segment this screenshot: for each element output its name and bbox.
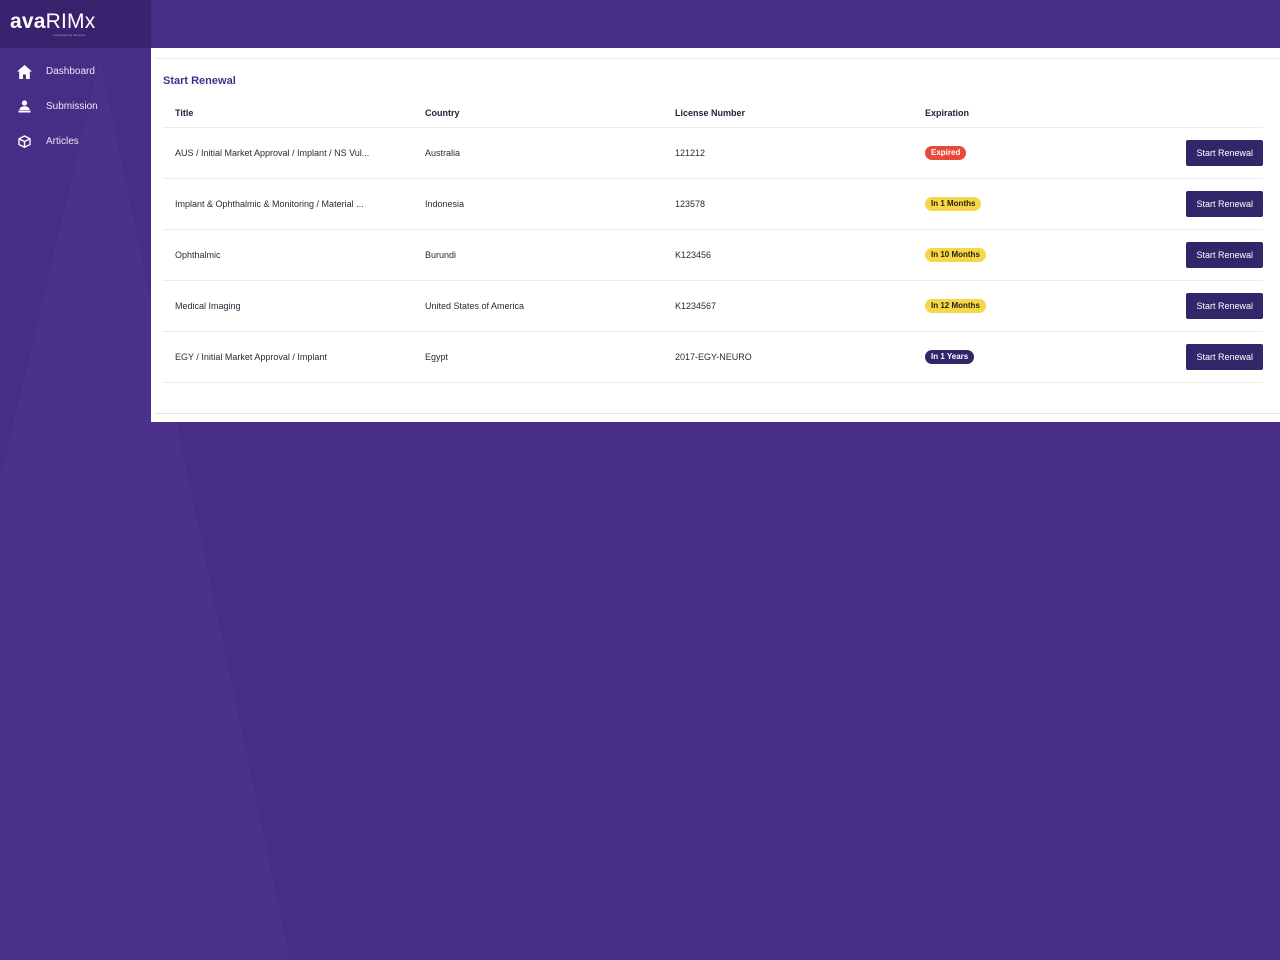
sidebar-nav: Dashboard Submission Articles [0, 54, 151, 159]
sidebar-item-articles[interactable]: Articles [0, 124, 151, 159]
cell-action: Start Renewal [1113, 127, 1263, 179]
start-renewal-button[interactable]: Start Renewal [1186, 190, 1263, 217]
cell-expiration: In 1 Years [913, 331, 1113, 383]
table-row: Ophthalmic Burundi K123456 In 10 Months … [163, 229, 1263, 281]
cell-action: Start Renewal [1113, 178, 1263, 230]
start-renewal-button[interactable]: Start Renewal [1186, 343, 1263, 370]
cell-license: 2017-EGY-NEURO [663, 331, 913, 383]
cell-license: 121212 [663, 127, 913, 179]
sidebar-item-submission[interactable]: Submission [0, 89, 151, 124]
start-renewal-button[interactable]: Start Renewal [1186, 241, 1263, 268]
cell-expiration: In 10 Months [913, 229, 1113, 281]
cell-license: 123578 [663, 178, 913, 230]
status-badge: In 10 Months [925, 247, 986, 262]
top-bar [151, 0, 1280, 48]
cell-action: Start Renewal [1113, 331, 1263, 383]
table-header-row: Title Country License Number Expiration [163, 99, 1263, 128]
main-content: Start Renewal Title Country License Numb… [151, 48, 1280, 422]
brand-suffix: RIMx [45, 9, 96, 33]
cell-action: Start Renewal [1113, 280, 1263, 332]
cell-country: United States of America [413, 280, 663, 332]
cell-title: Medical Imaging [163, 280, 413, 332]
cell-expiration: In 12 Months [913, 280, 1113, 332]
sidebar-item-label: Dashboard [46, 66, 95, 77]
brand-logo[interactable]: avaRIMx empowering devices [10, 9, 96, 37]
cell-title: AUS / Initial Market Approval / Implant … [163, 127, 413, 179]
brand-prefix: ava [10, 9, 46, 33]
cell-expiration: In 1 Months [913, 178, 1113, 230]
status-badge: In 12 Months [925, 298, 986, 313]
user-stack-icon [16, 99, 32, 115]
cube-icon [16, 134, 32, 150]
status-badge: Expired [925, 145, 967, 160]
sidebar-item-label: Submission [46, 101, 98, 112]
start-renewal-button[interactable]: Start Renewal [1186, 292, 1263, 319]
renewal-table: Title Country License Number Expiration … [163, 99, 1263, 383]
sidebar-item-label: Articles [46, 136, 79, 147]
column-header-action [1113, 99, 1263, 128]
cell-title: Ophthalmic [163, 229, 413, 281]
cell-title: Implant & Ophthalmic & Monitoring / Mate… [163, 178, 413, 230]
cell-action: Start Renewal [1113, 229, 1263, 281]
start-renewal-panel: Start Renewal Title Country License Numb… [155, 58, 1280, 414]
home-icon [16, 64, 32, 80]
cell-country: Burundi [413, 229, 663, 281]
app-root: avaRIMx empowering devices Dashboard Sub… [0, 0, 1280, 960]
column-header-country: Country [413, 99, 663, 128]
column-header-title: Title [163, 99, 413, 128]
column-header-license: License Number [663, 99, 913, 128]
start-renewal-button[interactable]: Start Renewal [1186, 139, 1263, 166]
logo-bar: avaRIMx empowering devices [0, 0, 151, 48]
column-header-expiration: Expiration [913, 99, 1113, 128]
cell-country: Egypt [413, 331, 663, 383]
table-row: AUS / Initial Market Approval / Implant … [163, 127, 1263, 179]
table-row: Implant & Ophthalmic & Monitoring / Mate… [163, 178, 1263, 230]
brand-tagline: empowering devices [53, 32, 86, 37]
cell-country: Australia [413, 127, 663, 179]
table-row: Medical Imaging United States of America… [163, 280, 1263, 332]
sidebar-item-dashboard[interactable]: Dashboard [0, 54, 151, 89]
status-badge: In 1 Months [925, 196, 982, 211]
table-row: EGY / Initial Market Approval / Implant … [163, 331, 1263, 383]
page-title: Start Renewal [163, 75, 236, 87]
cell-title: EGY / Initial Market Approval / Implant [163, 331, 413, 383]
sidebar: avaRIMx empowering devices Dashboard Sub… [0, 0, 151, 960]
cell-country: Indonesia [413, 178, 663, 230]
cell-license: K1234567 [663, 280, 913, 332]
status-badge: In 1 Years [925, 349, 975, 364]
cell-license: K123456 [663, 229, 913, 281]
cell-expiration: Expired [913, 127, 1113, 179]
